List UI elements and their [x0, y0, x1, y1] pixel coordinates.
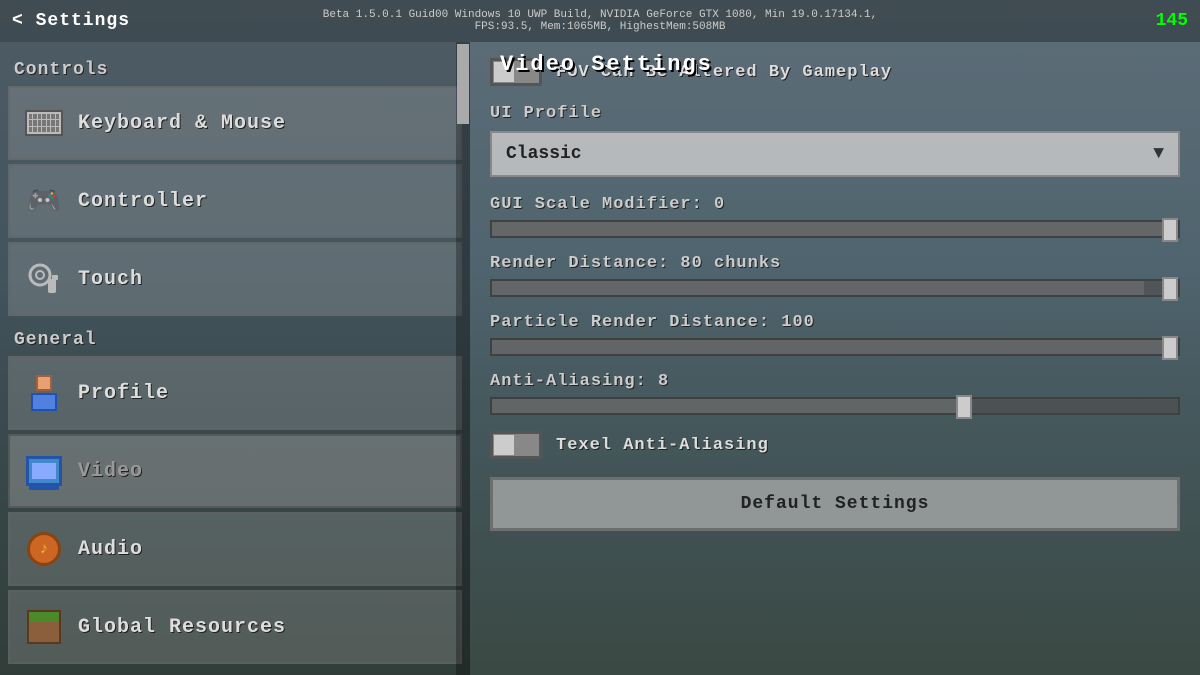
particle-render-slider[interactable] [490, 338, 1180, 356]
sidebar-item-keyboard[interactable]: Keyboard & Mouse [8, 86, 462, 160]
profile-icon [24, 373, 64, 413]
render-distance-slider-container [490, 279, 1180, 297]
system-info: Beta 1.5.0.1 Guid00 Windows 10 UWP Build… [300, 9, 900, 33]
gui-scale-label: GUI Scale Modifier: 0 [490, 195, 1180, 214]
particle-render-row: Particle Render Distance: 100 [490, 313, 1180, 356]
top-bar: < Settings Beta 1.5.0.1 Guid00 Windows 1… [0, 0, 1200, 42]
dropdown-arrow-icon: ▼ [1153, 144, 1164, 164]
sidebar-item-video[interactable]: Video [8, 434, 462, 508]
anti-aliasing-label: Anti-Aliasing: 8 [490, 372, 1180, 391]
ui-profile-value: Classic [506, 144, 582, 164]
texel-toggle-label: Texel Anti-Aliasing [556, 436, 769, 455]
ui-profile-label: UI Profile [490, 104, 1180, 123]
controls-header: Controls [8, 50, 462, 86]
sidebar-item-controller[interactable]: 🎮 Controller [8, 164, 462, 238]
sidebar-item-audio[interactable]: ♪ Audio [8, 512, 462, 586]
texel-toggle-row: Texel Anti-Aliasing [490, 431, 1180, 459]
ui-profile-dropdown[interactable]: Classic ▼ [490, 131, 1180, 177]
gui-scale-slider[interactable] [490, 220, 1180, 238]
sidebar-item-touch[interactable]: Touch [8, 242, 462, 316]
fps-counter: 145 [1156, 11, 1188, 31]
ui-profile-wrapper: UI Profile Classic ▼ [490, 104, 1180, 177]
global-resources-icon [24, 607, 64, 647]
main-layout: Controls Keyboard & Mouse 🎮 Controller [0, 42, 1200, 675]
audio-label: Audio [78, 538, 143, 561]
audio-icon: ♪ [24, 529, 64, 569]
content-area: FOV Can Be Altered By Gameplay UI Profil… [470, 42, 1200, 675]
back-button[interactable]: < Settings [12, 11, 130, 31]
default-settings-button[interactable]: Default Settings [490, 477, 1180, 531]
scrollbar-track[interactable] [456, 42, 470, 675]
profile-label: Profile [78, 382, 169, 405]
gui-scale-row: GUI Scale Modifier: 0 [490, 195, 1180, 238]
default-settings-label: Default Settings [741, 494, 930, 514]
touch-icon [24, 259, 64, 299]
touch-label: Touch [78, 268, 143, 291]
render-distance-label: Render Distance: 80 chunks [490, 254, 1180, 273]
gui-scale-slider-container [490, 220, 1180, 238]
keyboard-label: Keyboard & Mouse [78, 112, 286, 135]
scrollbar-thumb[interactable] [457, 44, 469, 124]
anti-aliasing-slider[interactable] [490, 397, 1180, 415]
render-distance-slider[interactable] [490, 279, 1180, 297]
sidebar-item-profile[interactable]: Profile [8, 356, 462, 430]
particle-render-slider-container [490, 338, 1180, 356]
particle-render-label: Particle Render Distance: 100 [490, 313, 1180, 332]
sidebar: Controls Keyboard & Mouse 🎮 Controller [0, 42, 470, 675]
controller-label: Controller [78, 190, 208, 213]
anti-aliasing-row: Anti-Aliasing: 8 [490, 372, 1180, 415]
general-header: General [8, 320, 462, 356]
global-resources-label: Global Resources [78, 616, 286, 639]
video-label: Video [78, 460, 143, 483]
texel-toggle[interactable] [490, 431, 542, 459]
render-distance-row: Render Distance: 80 chunks [490, 254, 1180, 297]
anti-aliasing-slider-container [490, 397, 1180, 415]
keyboard-icon [24, 103, 64, 143]
sidebar-item-global-resources[interactable]: Global Resources [8, 590, 462, 664]
video-icon [24, 451, 64, 491]
controller-icon: 🎮 [24, 181, 64, 221]
page-title: Video Settings [500, 52, 713, 77]
